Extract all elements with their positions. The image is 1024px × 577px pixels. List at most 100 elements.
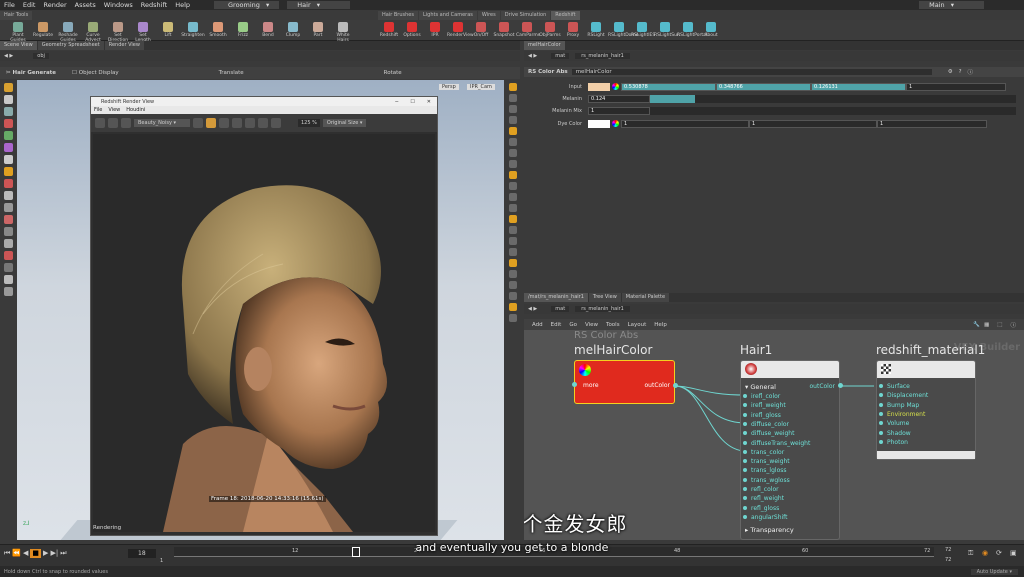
viewport-tool-icon-11[interactable]	[509, 204, 517, 212]
menu-edit[interactable]: Edit	[19, 1, 40, 9]
material-port-displacement[interactable]: Displacement	[879, 392, 928, 399]
desktop-grooming[interactable]: Grooming ▾	[214, 1, 280, 9]
tool-icon-12[interactable]	[4, 227, 13, 236]
param-path-node[interactable]: rs_melanin_hair1	[575, 53, 630, 59]
input-b-field[interactable]: 0.126131	[811, 82, 906, 91]
shelf-tool-part[interactable]: Part	[306, 22, 330, 38]
shelf-rs-redshift[interactable]: Redshift	[378, 22, 400, 38]
port-dot[interactable]	[879, 384, 883, 388]
shelf-tool-set-direction[interactable]: Set Direction	[106, 22, 130, 43]
node1-in-port[interactable]: more	[583, 382, 599, 389]
port-dot[interactable]	[743, 403, 747, 408]
node-name-field[interactable]: melHairColor	[571, 69, 932, 75]
input-r-field[interactable]: 0.530878	[621, 82, 716, 91]
viewport-tool-icon-16[interactable]	[509, 259, 517, 267]
gear-icon[interactable]: ⚙	[948, 69, 953, 75]
param-path-mat[interactable]: mat	[551, 53, 570, 59]
shelf-tool-plant-guides[interactable]: Plant Guides	[6, 22, 30, 43]
node1-in-dot[interactable]	[572, 382, 577, 387]
layout-icon[interactable]: ⬚	[993, 322, 1006, 328]
tab-geometry-spreadsheet[interactable]: Geometry Spreadsheet	[37, 41, 104, 50]
object-display-toggle[interactable]: ☐ Object Display	[72, 70, 119, 76]
input-swatch[interactable]	[588, 82, 610, 91]
shelf-rs-rslighties[interactable]: RSLightIES	[631, 22, 655, 38]
material-port-volume[interactable]: Volume	[879, 420, 909, 427]
port-dot[interactable]	[743, 394, 747, 398]
tool-icon-4[interactable]	[4, 131, 13, 140]
tool-icon-6[interactable]	[4, 155, 13, 164]
dye-wheel-icon[interactable]	[612, 120, 619, 127]
tab-network-path[interactable]: /mat/rs_melanin_hair1	[524, 293, 588, 302]
viewport-tool-icon-12[interactable]	[509, 215, 517, 223]
material-port-bump-map[interactable]: Bump Map	[879, 402, 919, 409]
shelf-tool-reshade-guides[interactable]: Reshade Guides	[56, 22, 80, 43]
viewport-tool-icon-9[interactable]	[509, 182, 517, 190]
shelf-tool-curve-advect[interactable]: Curve Advect	[81, 22, 105, 43]
rotate-label[interactable]: Rotate	[384, 70, 402, 76]
shelf-tool-set-length[interactable]: Set Length	[131, 22, 155, 43]
net-menu-add[interactable]: Add	[524, 322, 547, 328]
tool-icon-17[interactable]	[4, 287, 13, 296]
shelf-rs-rslightdome[interactable]: RSLightDome	[608, 22, 639, 38]
rv-menu-file[interactable]: File	[91, 107, 105, 113]
hair-port-refl-color[interactable]: refl_color	[743, 486, 779, 493]
menu-redshift[interactable]: Redshift	[137, 1, 171, 9]
tool-icon-0[interactable]	[4, 83, 13, 92]
viewport-tool-icon-17[interactable]	[509, 270, 517, 278]
minimize-icon[interactable]: ─	[389, 99, 404, 105]
menu-windows[interactable]: Windows	[100, 1, 137, 9]
viewport-tool-icon-2[interactable]	[509, 105, 517, 113]
shelf-rs-proxy[interactable]: Proxy	[562, 22, 584, 38]
shelf-tool-regulate[interactable]: Regulate	[31, 22, 55, 38]
port-dot[interactable]	[743, 468, 747, 473]
shelf-rs-about[interactable]: About	[700, 22, 722, 38]
port-dot[interactable]	[879, 439, 883, 444]
dye-r-field[interactable]: 1	[621, 119, 749, 128]
close-icon[interactable]: ✕	[421, 99, 437, 105]
zoom-field[interactable]: 125 %	[298, 119, 320, 127]
port-dot[interactable]	[743, 449, 747, 454]
net-back-icon[interactable]: ◀ ▶	[528, 306, 537, 312]
tool-icon-15[interactable]	[4, 263, 13, 272]
persp-menu[interactable]: Persp	[439, 84, 459, 90]
shelf-tool-frizz[interactable]: Frizz	[231, 22, 255, 38]
shelf-tool-lift[interactable]: Lift	[156, 22, 180, 38]
port-dot[interactable]	[743, 421, 747, 426]
port-dot[interactable]	[743, 496, 747, 501]
node2-section-general[interactable]: ▾ General	[745, 383, 776, 391]
menu-assets[interactable]: Assets	[71, 1, 100, 9]
viewport-tool-icon-4[interactable]	[509, 127, 517, 135]
dye-b-field[interactable]: 1	[877, 119, 987, 128]
end-frame-b[interactable]: 72	[945, 557, 951, 563]
input-a-field[interactable]: 1	[906, 82, 1006, 91]
viewport-tool-icon-5[interactable]	[509, 138, 517, 146]
node-melhaircolor[interactable]: more outColor	[574, 360, 675, 404]
net-menu-view[interactable]: View	[581, 322, 602, 328]
shelf-rs-camparms[interactable]: CamParms	[516, 22, 540, 38]
tab-scene-view[interactable]: Scene View	[0, 41, 37, 50]
net-menu-go[interactable]: Go	[565, 322, 581, 328]
info-icon[interactable]: ⓘ	[968, 68, 974, 76]
melanin-mix-slider[interactable]	[650, 106, 1016, 115]
shelf-tab-lights[interactable]: Lights and Cameras	[418, 11, 477, 20]
shelf-tab-wires[interactable]: Wires	[477, 11, 500, 20]
port-dot[interactable]	[879, 421, 883, 426]
port-dot[interactable]	[743, 431, 747, 436]
tool-icon-9[interactable]	[4, 191, 13, 200]
shelf-rs-renderview[interactable]: RenderView	[447, 22, 474, 38]
shelf-tab-drive-sim[interactable]: Drive Simulation	[500, 11, 551, 20]
net-menu-help[interactable]: Help	[650, 322, 671, 328]
shelf-rs-options[interactable]: Options	[401, 22, 423, 38]
port-dot[interactable]	[743, 477, 747, 482]
shelf-rs-snapshot[interactable]: Snapshot	[493, 22, 515, 38]
start-frame[interactable]: 1	[160, 558, 163, 564]
hair-port-diffuse-weight[interactable]: diffuse_weight	[743, 430, 794, 437]
crop-icon[interactable]	[219, 118, 229, 128]
aov-select[interactable]: Beauty_Noisy ▾	[134, 119, 190, 127]
back-icon[interactable]: ◀ ▶	[4, 53, 13, 59]
viewport-tool-icon-1[interactable]	[509, 94, 517, 102]
port-dot[interactable]	[879, 402, 883, 407]
maximize-icon[interactable]: ☐	[404, 99, 420, 105]
pin-icon[interactable]	[245, 118, 255, 128]
viewport-tool-icon-21[interactable]	[509, 314, 517, 322]
